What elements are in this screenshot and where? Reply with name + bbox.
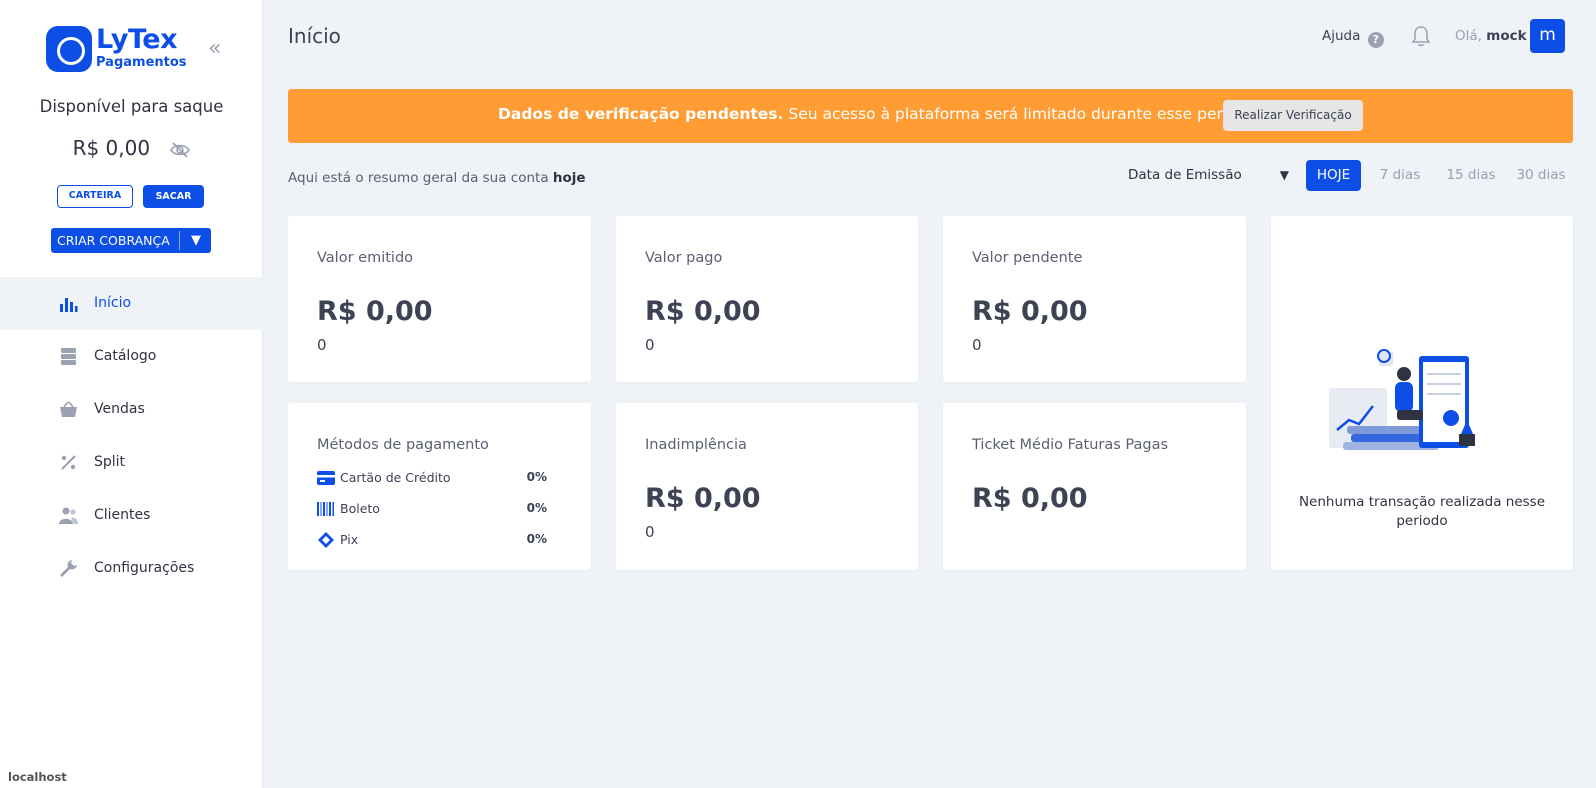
pix-icon <box>318 532 334 548</box>
card-count: 0 <box>645 523 655 541</box>
chevron-down-icon[interactable]: ▼ <box>184 228 208 253</box>
card-label: Métodos de pagamento <box>317 437 489 453</box>
sidebar-item-vendas[interactable]: Vendas <box>0 383 263 436</box>
page-title: Início <box>288 24 341 48</box>
people-icon <box>59 507 78 524</box>
card-valor-pago: Valor pago R$ 0,00 0 <box>616 216 918 382</box>
alert-text: Dados de verificação pendentes. Seu aces… <box>498 105 1261 123</box>
payment-method-pct: 0% <box>526 470 547 484</box>
sidebar-item-label: Início <box>94 295 132 311</box>
logo-subtitle: Pagamentos <box>96 55 187 70</box>
payment-method-label: Pix <box>340 532 359 547</box>
card-label: Inadimplência <box>645 437 747 453</box>
balance-value: R$ 0,00 <box>72 136 151 160</box>
balance-row: R$ 0,00 <box>0 136 263 160</box>
card-empty-transactions: Nenhuma transação realizada nesse period… <box>1271 216 1573 570</box>
sidebar-item-label: Clientes <box>94 507 151 523</box>
card-valor-emitido: Valor emitido R$ 0,00 0 <box>288 216 591 382</box>
card-inadimplencia: Inadimplência R$ 0,00 0 <box>616 403 918 570</box>
empty-illustration <box>1329 349 1475 450</box>
summary-text: Aqui está o resumo geral da sua conta ho… <box>288 170 586 186</box>
avatar[interactable]: m <box>1530 19 1565 53</box>
sidebar-item-configuracoes[interactable]: Configurações <box>0 542 263 595</box>
create-charge-label: CRIAR COBRANÇA <box>57 233 170 248</box>
range-30d-button[interactable]: 30 dias <box>1508 160 1574 191</box>
payment-method-row: Boleto 0% <box>317 500 547 520</box>
card-label: Ticket Médio Faturas Pagas <box>972 437 1169 453</box>
payment-method-row: Cartão de Crédito 0% <box>317 469 547 489</box>
card-value: R$ 0,00 <box>972 296 1088 327</box>
sidebar: LyTex Pagamentos « Disponível para saque… <box>0 0 263 788</box>
sidebar-nav: Início Catálogo Vendas Split Clientes Co… <box>0 277 263 595</box>
alert-title: Dados de verificação pendentes. <box>498 105 784 123</box>
sidebar-item-inicio[interactable]: Início <box>0 277 263 330</box>
bell-icon[interactable] <box>1410 25 1432 47</box>
verify-button[interactable]: Realizar Verificação <box>1223 100 1363 131</box>
card-label: Valor pendente <box>972 250 1083 266</box>
sidebar-item-label: Vendas <box>94 401 145 417</box>
bar-chart-icon <box>60 298 78 312</box>
card-count: 0 <box>645 336 655 354</box>
eye-off-icon[interactable] <box>170 141 191 158</box>
barcode-icon <box>317 502 334 516</box>
summary-period: hoje <box>552 170 586 186</box>
withdraw-button[interactable]: SACAR <box>143 185 204 208</box>
card-label: Valor emitido <box>317 250 414 266</box>
help-label: Ajuda <box>1322 28 1361 44</box>
empty-message: Nenhuma transação realizada nesse period… <box>1298 494 1546 529</box>
card-value: R$ 0,00 <box>645 296 761 327</box>
wallet-button[interactable]: CARTEIRA <box>57 185 133 208</box>
card-count: 0 <box>972 336 982 354</box>
card-ticket-medio: Ticket Médio Faturas Pagas R$ 0,00 <box>943 403 1246 570</box>
sidebar-item-label: Split <box>94 454 126 470</box>
basket-icon <box>60 401 77 417</box>
sidebar-item-label: Configurações <box>94 560 195 576</box>
date-filter-value: Data de Emissão <box>1128 167 1242 183</box>
greeting-text: Olá, <box>1455 28 1482 44</box>
range-15d-button[interactable]: 15 dias <box>1438 160 1504 191</box>
logo-icon <box>46 26 92 72</box>
chevron-down-icon: ▼ <box>1279 168 1289 182</box>
catalog-icon <box>61 348 76 365</box>
card-count: 0 <box>317 336 327 354</box>
sidebar-item-split[interactable]: Split <box>0 436 263 489</box>
credit-card-icon <box>317 471 335 485</box>
card-valor-pendente: Valor pendente R$ 0,00 0 <box>943 216 1246 382</box>
card-metodos-pagamento: Métodos de pagamento Cartão de Crédito 0… <box>288 403 591 570</box>
help-link[interactable]: Ajuda ? <box>1322 28 1384 48</box>
logo-title: LyTex <box>96 24 178 55</box>
alert-message: Seu acesso à plataforma será limitado du… <box>783 105 1261 123</box>
date-filter-select[interactable]: Data de Emissão ▼ <box>1122 160 1295 190</box>
payment-method-label: Boleto <box>340 501 380 516</box>
user-greeting: Olá, mock <box>1455 28 1527 44</box>
sidebar-item-catalogo[interactable]: Catálogo <box>0 330 263 383</box>
divider <box>179 231 180 250</box>
range-today-button[interactable]: HOJE <box>1306 160 1361 191</box>
verification-alert: Dados de verificação pendentes. Seu aces… <box>288 89 1573 143</box>
payment-method-row: Pix 0% <box>317 531 547 551</box>
help-icon: ? <box>1367 32 1384 48</box>
sidebar-item-clientes[interactable]: Clientes <box>0 489 263 542</box>
summary-label: Aqui está o resumo geral da sua conta <box>288 170 553 186</box>
payment-method-label: Cartão de Crédito <box>340 470 451 485</box>
payment-method-pct: 0% <box>526 501 547 515</box>
range-7d-button[interactable]: 7 dias <box>1370 160 1430 191</box>
balance-title: Disponível para saque <box>39 97 224 116</box>
card-value: R$ 0,00 <box>972 483 1088 514</box>
payment-method-pct: 0% <box>526 532 547 546</box>
user-name: mock <box>1486 28 1527 44</box>
wrench-icon <box>60 560 77 577</box>
collapse-sidebar-icon[interactable]: « <box>208 38 230 60</box>
brand-logo[interactable]: LyTex Pagamentos <box>46 24 187 74</box>
status-host: localhost <box>8 770 67 784</box>
create-charge-button[interactable]: CRIAR COBRANÇA ▼ <box>51 228 211 253</box>
split-icon <box>61 455 76 470</box>
card-value: R$ 0,00 <box>317 296 433 327</box>
card-label: Valor pago <box>645 250 723 266</box>
card-value: R$ 0,00 <box>645 483 761 514</box>
sidebar-item-label: Catálogo <box>94 348 157 364</box>
